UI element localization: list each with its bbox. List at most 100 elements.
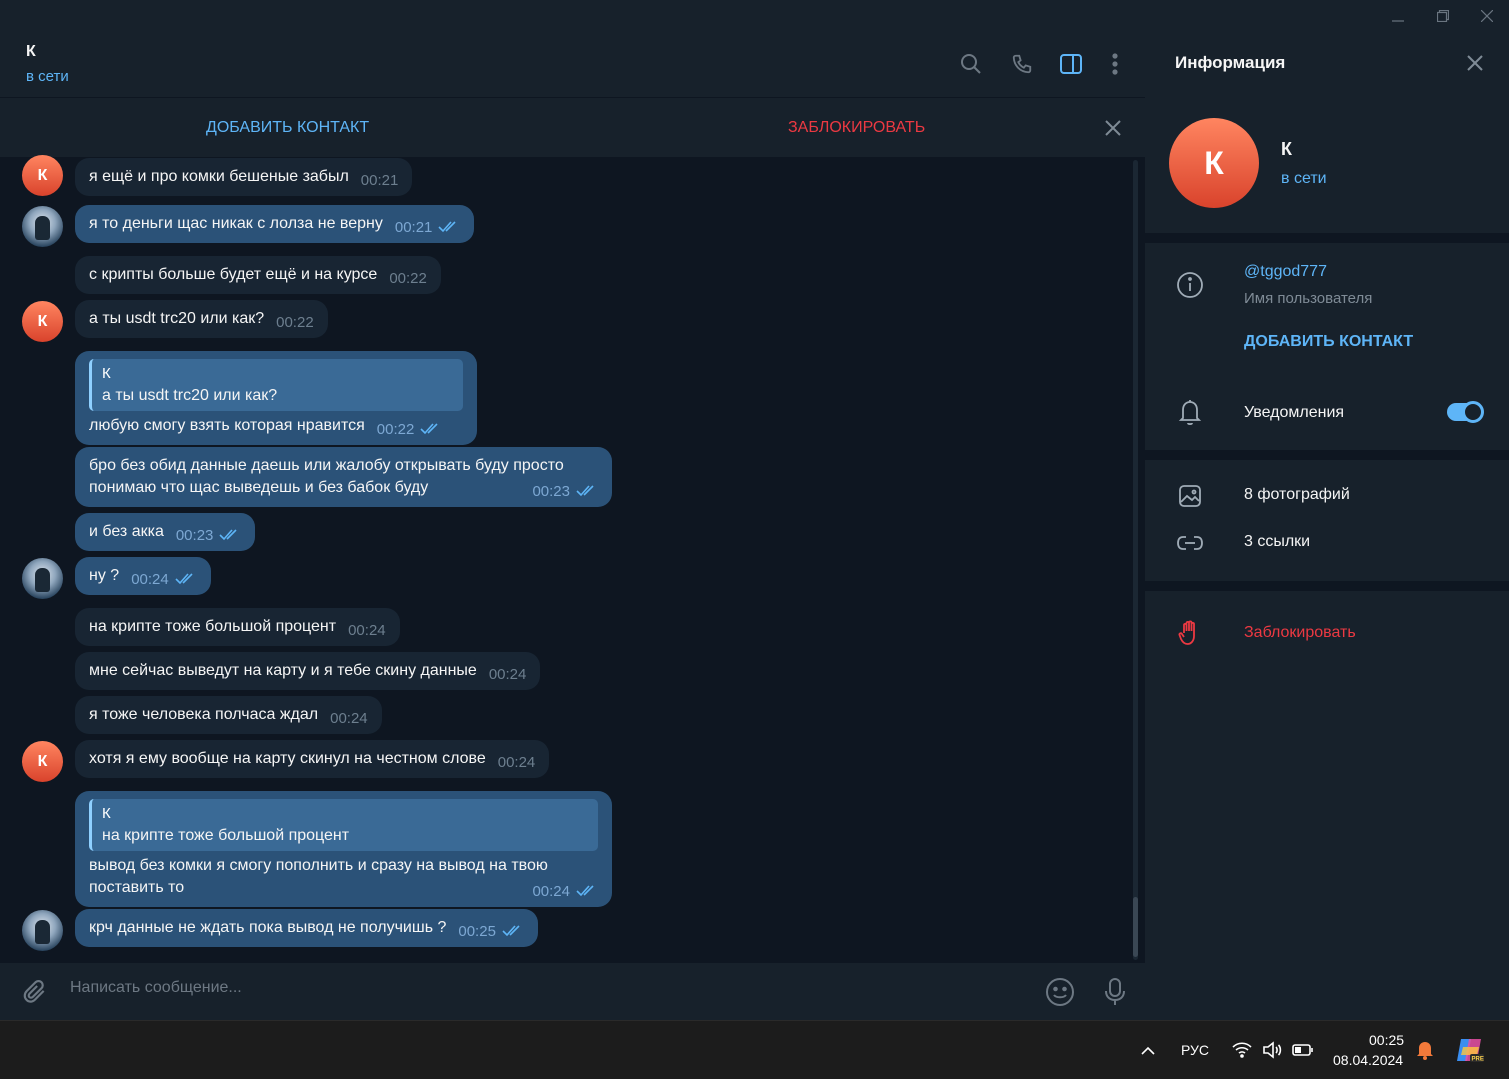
taskbar: РУС 00:25 08.04.2024 PRE (0, 1020, 1509, 1079)
add-contact-button[interactable]: ДОБАВИТЬ КОНТАКТ (1244, 333, 1413, 351)
message-time: 00:24 (131, 571, 169, 588)
minimize-icon[interactable] (1376, 0, 1420, 31)
message-time: 00:24 (488, 666, 527, 683)
microphone-icon[interactable] (1100, 977, 1130, 1007)
username-link[interactable]: @tggod777 (1244, 263, 1327, 281)
close-icon[interactable] (1103, 118, 1123, 138)
message-text: а ты usdt trc20 или как? (89, 310, 265, 327)
message-bubble[interactable]: бро без обид данные даешь или жалобу отк… (75, 447, 612, 507)
message-time: 00:25 (458, 923, 496, 940)
read-checkmarks-icon (175, 570, 197, 585)
message-bubble[interactable]: я ещё и про комки бешеные забыл 00:21 (75, 158, 413, 196)
battery-icon[interactable] (1292, 1043, 1314, 1060)
search-icon[interactable] (958, 51, 984, 77)
message-text: бро без обид данные даешь или жалобу отк… (89, 457, 564, 474)
message-time: 00:23 (175, 527, 214, 544)
read-checkmarks-icon (420, 420, 442, 435)
message-bubble[interactable]: я тоже человека полчаса ждал 00:24 (75, 696, 382, 734)
reply-author: К (102, 365, 111, 382)
info-title: Информация (1175, 53, 1286, 72)
info-icon (1175, 270, 1205, 300)
reply-quote[interactable]: К а ты usdt trc20 или как? (89, 359, 463, 411)
profile-status: в сети (1281, 170, 1327, 187)
sidebar-toggle-icon[interactable] (1058, 51, 1084, 77)
phone-icon[interactable] (1009, 51, 1035, 77)
link-icon (1175, 528, 1205, 558)
scrollbar-track[interactable] (1133, 160, 1138, 960)
read-checkmarks-icon (576, 482, 598, 497)
message-text: с крипты больше будет ещё и на курсе (89, 266, 378, 283)
message-bubble[interactable]: К на крипте тоже большой процент вывод б… (75, 791, 612, 907)
add-contact-button[interactable]: ДОБАВИТЬ КОНТАКТ (206, 119, 369, 137)
message-time: 00:22 (376, 421, 415, 438)
message-bubble[interactable]: а ты usdt trc20 или как? 00:22 (75, 300, 328, 338)
photos-item[interactable]: 8 фотографий (1244, 486, 1350, 504)
photo-icon (1175, 481, 1205, 511)
message-bubble[interactable]: крч данные не ждать пока вывод не получи… (75, 909, 538, 947)
message-text: я ещё и про комки бешеные забыл (89, 168, 349, 185)
more-options-icon[interactable] (1102, 51, 1128, 77)
hand-block-icon (1175, 618, 1205, 648)
volume-icon[interactable] (1262, 1041, 1282, 1062)
close-icon[interactable] (1465, 53, 1485, 73)
avatar[interactable]: К (22, 155, 63, 196)
attach-icon[interactable] (20, 977, 50, 1007)
peer-status: в сети (26, 68, 69, 85)
divider (1145, 233, 1509, 243)
message-text: любую смогу взять которая нравится (89, 417, 365, 434)
message-time: 00:24 (532, 883, 570, 900)
message-bubble[interactable]: К а ты usdt trc20 или как? любую смогу в… (75, 351, 477, 445)
avatar[interactable]: К (22, 741, 63, 782)
read-checkmarks-icon (438, 218, 460, 233)
profile-name: К (1281, 139, 1292, 159)
restore-icon[interactable] (1421, 0, 1465, 31)
message-bubble[interactable]: мне сейчас выведут на карту и я тебе ски… (75, 652, 541, 690)
reply-author: К (102, 805, 111, 822)
message-bubble[interactable]: с крипты больше будет ещё и на курсе 00:2… (75, 256, 441, 294)
message-composer (0, 963, 1145, 1020)
read-checkmarks-icon (502, 922, 524, 937)
svg-text:PRE: PRE (1472, 1057, 1484, 1063)
chat-header[interactable]: К в сети (0, 31, 1145, 97)
block-user-button[interactable]: Заблокировать (1244, 624, 1356, 642)
message-text: поставить то (89, 879, 185, 896)
copilot-icon[interactable]: PRE (1455, 1035, 1485, 1068)
message-bubble[interactable]: хотя я ему вообще на карту скинул на чес… (75, 740, 550, 778)
message-time: 00:22 (276, 314, 314, 331)
scrollbar-thumb[interactable] (1133, 897, 1138, 957)
message-text: мне сейчас выведут на карту и я тебе ски… (89, 662, 477, 679)
reply-text: а ты usdt trc20 или как? (102, 387, 278, 404)
message-time: 00:22 (389, 270, 427, 287)
avatar[interactable]: К (22, 301, 63, 342)
emoji-icon[interactable] (1045, 977, 1075, 1007)
divider (1145, 581, 1509, 591)
username-label: Имя пользователя (1244, 290, 1373, 307)
avatar[interactable] (22, 558, 63, 599)
close-icon[interactable] (1465, 0, 1509, 31)
message-time: 00:23 (532, 483, 570, 500)
clock-date[interactable]: 08.04.2024 (1333, 1052, 1403, 1068)
language-indicator[interactable]: РУС (1181, 1042, 1209, 1058)
notifications-toggle[interactable] (1447, 401, 1484, 423)
block-button[interactable]: ЗАБЛОКИРОВАТЬ (788, 119, 925, 137)
notification-bell-icon[interactable] (1416, 1040, 1434, 1063)
avatar[interactable] (22, 206, 63, 247)
message-time: 00:21 (394, 219, 433, 236)
wifi-icon[interactable] (1232, 1040, 1252, 1061)
notifications-label: Уведомления (1244, 404, 1345, 421)
message-bubble[interactable]: ну ? 00:24 (75, 557, 211, 595)
avatar[interactable] (22, 910, 63, 951)
peer-name[interactable]: К (26, 43, 36, 61)
message-input[interactable] (70, 979, 1020, 997)
message-text: понимаю что щас выведешь и без бабок буд… (89, 479, 429, 496)
links-item[interactable]: 3 ссылки (1244, 533, 1310, 551)
message-bubble[interactable]: на крипте тоже большой процент 00:24 (75, 608, 400, 646)
message-text: хотя я ему вообще на карту скинул на чес… (89, 750, 486, 767)
chevron-up-icon[interactable] (1140, 1043, 1156, 1059)
reply-quote[interactable]: К на крипте тоже большой процент (89, 799, 598, 851)
clock-time[interactable]: 00:25 (1369, 1032, 1404, 1048)
message-bubble[interactable]: я то деньги щас никак с лолза не верну 00… (75, 205, 475, 243)
profile-avatar[interactable]: К (1169, 118, 1259, 208)
message-bubble[interactable]: и без акка 00:23 (75, 513, 256, 551)
message-text: крч данные не ждать пока вывод не получи… (89, 919, 447, 936)
